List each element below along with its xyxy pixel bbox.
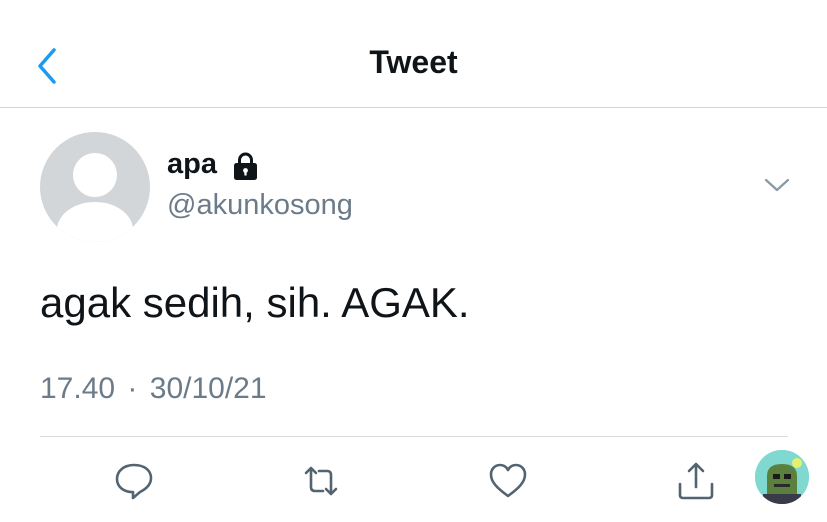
like-button[interactable] (487, 460, 529, 502)
account-avatar[interactable] (755, 450, 809, 504)
header-divider (0, 107, 827, 108)
top-bar: Tweet (0, 0, 827, 108)
lock-icon (234, 152, 257, 180)
meta-separator: · (127, 372, 138, 405)
tweet-text: agak sedih, sih. AGAK. (40, 279, 470, 326)
retweet-button[interactable] (300, 460, 342, 502)
actions-divider (40, 436, 788, 437)
avatar[interactable] (40, 132, 150, 242)
reply-button[interactable] (113, 460, 155, 502)
chevron-down-icon (764, 178, 790, 192)
more-options-button[interactable] (762, 174, 792, 196)
reply-icon (115, 463, 153, 500)
tweet-timestamp: 17.40 · 30/10/21 (40, 372, 267, 406)
retweet-icon (304, 466, 338, 496)
account-avatar-image (755, 450, 809, 504)
heart-icon (489, 463, 527, 498)
share-icon (678, 462, 714, 500)
tweet-date: 30/10/21 (149, 372, 267, 405)
page-title: Tweet (369, 44, 458, 80)
author-name[interactable]: apa (167, 148, 217, 181)
tweet-time: 17.40 (40, 372, 116, 405)
default-avatar-icon (57, 153, 133, 242)
share-button[interactable] (675, 460, 717, 502)
author-handle[interactable]: @akunkosong (167, 189, 353, 222)
